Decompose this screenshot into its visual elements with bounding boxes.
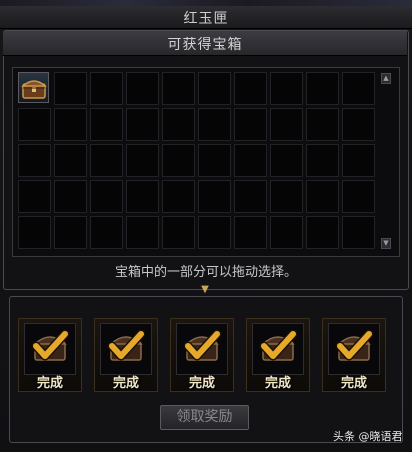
chest-slot[interactable]: [270, 216, 303, 249]
checkmark-icon: [328, 323, 380, 375]
chest-slot[interactable]: [270, 72, 303, 105]
chest-slot[interactable]: [18, 216, 51, 249]
reward-status-label: 完成: [264, 376, 291, 391]
window-title: 红玉匣: [183, 11, 229, 27]
chest-slot[interactable]: [162, 180, 195, 213]
chest-slot[interactable]: [198, 72, 231, 105]
chest-slot[interactable]: [234, 216, 267, 249]
chest-slot[interactable]: [54, 144, 87, 177]
chest-slot[interactable]: [342, 216, 375, 249]
chest-slot[interactable]: [90, 216, 123, 249]
chest-slot[interactable]: [306, 216, 339, 249]
chest-slot[interactable]: [342, 108, 375, 141]
chest-grid: [18, 72, 375, 249]
chest-slot[interactable]: [306, 144, 339, 177]
reward-status-label: 完成: [112, 376, 139, 391]
treasure-chest-icon[interactable]: [18, 72, 49, 103]
claim-reward-button[interactable]: 领取奖励: [160, 405, 249, 430]
chest-slot[interactable]: [342, 72, 375, 105]
chest-slot[interactable]: [306, 108, 339, 141]
chest-slot[interactable]: [270, 108, 303, 141]
chest-slot[interactable]: [162, 108, 195, 141]
chest-slot[interactable]: [270, 180, 303, 213]
chest-slot[interactable]: [162, 144, 195, 177]
chest-slot[interactable]: [342, 180, 375, 213]
chest-panel-header: 可获得宝箱: [3, 31, 407, 56]
chest-slot[interactable]: [270, 144, 303, 177]
reward-status-label: 完成: [36, 376, 63, 391]
checkmark-icon: [176, 323, 228, 375]
chest-slot[interactable]: [18, 108, 51, 141]
drag-hint-text: 宝箱中的一部分可以拖动选择。: [114, 265, 297, 280]
watermark: 头条 @晓语君: [333, 430, 403, 443]
chest-slot[interactable]: [126, 216, 159, 249]
chest-slot[interactable]: [18, 144, 51, 177]
chest-slot[interactable]: [234, 144, 267, 177]
checkmark-icon: [100, 323, 152, 375]
chest-slot[interactable]: [90, 72, 123, 105]
checkmark-icon: [252, 323, 304, 375]
chest-slot[interactable]: [54, 72, 87, 105]
chevron-down-icon: ▼: [201, 284, 209, 295]
chest-slot[interactable]: [306, 180, 339, 213]
chest-slot[interactable]: [90, 108, 123, 141]
chest-slot[interactable]: [18, 180, 51, 213]
game-window: 红玉匣 可获得宝箱 ▲ ▼ 宝箱中的一部分可以拖动选择。 ▼ 完成 完成 完成 完成 完…: [0, 0, 412, 452]
chest-slot[interactable]: [90, 144, 123, 177]
chest-panel-title: 可获得宝箱: [167, 37, 243, 53]
chest-slot[interactable]: [126, 144, 159, 177]
reward-chest-slot[interactable]: 完成: [246, 318, 310, 392]
chest-slot[interactable]: [306, 72, 339, 105]
title-bar[interactable]: 红玉匣: [0, 6, 412, 32]
checkmark-icon: [24, 323, 76, 375]
reward-chest-slot[interactable]: 完成: [18, 318, 82, 392]
chest-slot[interactable]: [162, 216, 195, 249]
chest-slot[interactable]: [126, 108, 159, 141]
reward-chest-slot[interactable]: 完成: [94, 318, 158, 392]
chest-slot[interactable]: [54, 216, 87, 249]
reward-status-label: 完成: [188, 376, 215, 391]
chest-slot[interactable]: [234, 180, 267, 213]
chest-slot[interactable]: [54, 180, 87, 213]
reward-chest-slot[interactable]: 完成: [322, 318, 386, 392]
chest-slot[interactable]: [198, 144, 231, 177]
chest-slot[interactable]: [90, 180, 123, 213]
chest-slot[interactable]: [162, 72, 195, 105]
chest-slot[interactable]: [234, 108, 267, 141]
scroll-down-button[interactable]: ▼: [381, 238, 391, 249]
chest-slot[interactable]: [54, 108, 87, 141]
chest-slot[interactable]: [198, 216, 231, 249]
chest-slot[interactable]: [198, 180, 231, 213]
chest-slot[interactable]: [126, 72, 159, 105]
scroll-up-button[interactable]: ▲: [381, 73, 391, 84]
chest-slot[interactable]: [198, 108, 231, 141]
reward-status-label: 完成: [340, 376, 367, 391]
chest-slot[interactable]: [342, 144, 375, 177]
reward-chest-slot[interactable]: 完成: [170, 318, 234, 392]
chest-slot[interactable]: [126, 180, 159, 213]
chest-slot[interactable]: [234, 72, 267, 105]
